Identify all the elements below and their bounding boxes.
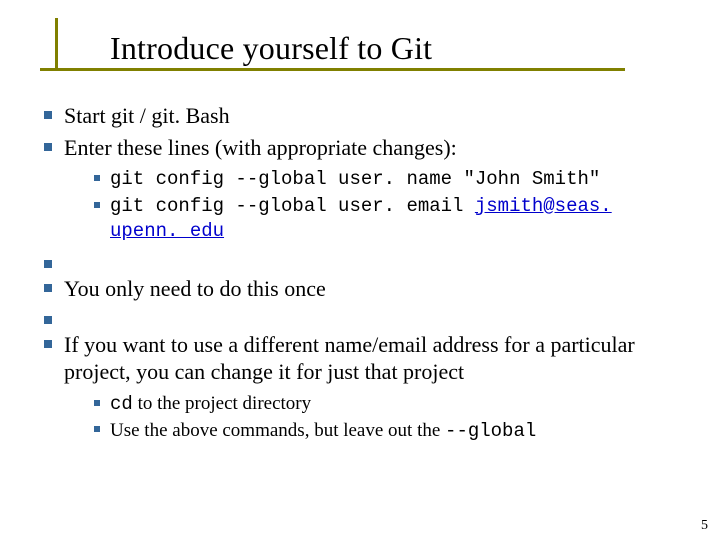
code-cd: cd — [110, 393, 133, 415]
accent-bar-vertical — [55, 18, 58, 68]
slide-body: Start git / git. Bash Enter these lines … — [30, 102, 690, 443]
title-area: Introduce yourself to Git — [30, 18, 690, 67]
bullet-per-project: If you want to use a different name/emai… — [30, 331, 690, 444]
code-text: git config --global user. name "John Smi… — [110, 168, 600, 190]
bullet-enter-lines-text: Enter these lines (with appropriate chan… — [64, 135, 457, 160]
slide-title: Introduce yourself to Git — [110, 30, 690, 67]
code-line-useremail: git config --global user. email jsmith@s… — [84, 194, 690, 244]
sub-leave-out-global: Use the above commands, but leave out th… — [84, 419, 690, 444]
code-line-username: git config --global user. name "John Smi… — [84, 167, 690, 192]
bullet-per-project-text: If you want to use a different name/emai… — [64, 332, 635, 385]
spacer — [30, 251, 690, 271]
code-text: git config --global user. email — [110, 195, 475, 217]
bullet-start-git: Start git / git. Bash — [30, 102, 690, 130]
accent-bar-horizontal — [40, 68, 625, 71]
sub-leave-out-text: Use the above commands, but leave out th… — [110, 420, 445, 441]
sub-cd-rest: to the project directory — [133, 393, 311, 414]
slide: Introduce yourself to Git Start git / gi… — [0, 0, 720, 540]
code-global-flag: --global — [445, 420, 536, 442]
spacer — [30, 307, 690, 327]
bullet-enter-lines: Enter these lines (with appropriate chan… — [30, 134, 690, 244]
page-number: 5 — [701, 518, 708, 534]
bullet-do-once: You only need to do this once — [30, 275, 690, 303]
sub-cd-directory: cd to the project directory — [84, 392, 690, 417]
